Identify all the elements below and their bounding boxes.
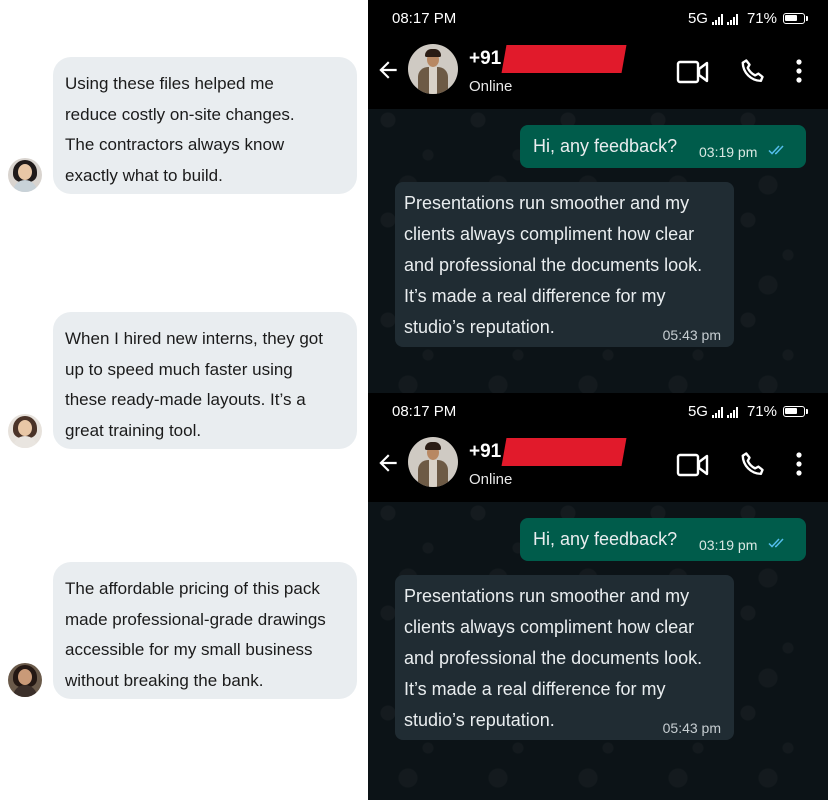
redaction-mark (501, 438, 627, 466)
status-time: 08:17 PM (392, 403, 457, 420)
outgoing-message[interactable]: Hi, any feedback? 03:19 pm (520, 125, 806, 168)
chat-screenshot-2: 08:17 PM 5G 71% +91 Online Hi, any feedb… (368, 393, 828, 800)
video-call-icon[interactable] (676, 450, 710, 480)
battery-percent: 71% (746, 10, 777, 27)
battery-percent: 71% (746, 403, 777, 420)
testimonial-bubble: The affordable pricing of this pack made… (53, 562, 357, 699)
testimonial-line: accessible for my small business (65, 640, 313, 659)
back-arrow-icon[interactable] (375, 450, 401, 476)
status-bar: 08:17 PM 5G 71% (368, 393, 828, 430)
testimonial-line: without breaking the bank. (65, 670, 264, 690)
contact-avatar[interactable] (408, 44, 458, 94)
back-arrow-icon[interactable] (375, 57, 401, 83)
testimonial-line: up to speed much faster using (65, 359, 293, 379)
signal-icon (711, 13, 724, 25)
testimonial-line: Using these files helped me (65, 74, 274, 93)
message-line: It’s made a real difference for my (404, 286, 666, 306)
testimonial-line: The affordable pricing of this pack (65, 579, 320, 598)
testimonial-line: reduce costly on-site changes. (65, 104, 295, 124)
battery-icon (783, 13, 805, 24)
more-options-icon[interactable] (794, 450, 804, 480)
network-label: 5G (687, 10, 708, 27)
message-line: It’s made a real difference for my (404, 679, 666, 699)
testimonial-line: When I hired new interns, they got (65, 329, 323, 348)
message-line: and professional the documents look. (404, 255, 703, 275)
signal-icon (711, 406, 724, 418)
avatar (8, 158, 42, 192)
contact-name[interactable]: +91 (469, 48, 501, 70)
video-call-icon[interactable] (676, 57, 710, 87)
contact-avatar[interactable] (408, 437, 458, 487)
contact-status: Online (469, 78, 513, 95)
chat-screenshot-1: 08:17 PM 5G 71% +91 Online Hi, any feedb… (368, 0, 828, 393)
more-options-icon[interactable] (794, 57, 804, 87)
contact-name[interactable]: +91 (469, 441, 501, 463)
testimonial-line: made professional-grade drawings (65, 609, 326, 629)
testimonial-bubble: When I hired new interns, they got up to… (53, 312, 357, 449)
testimonial-line: these ready-made layouts. It’s a (65, 390, 306, 409)
testimonial-line: great training tool. (65, 420, 202, 440)
testimonials-column: Using these files helped me reduce costl… (0, 0, 368, 800)
read-receipt-icon (768, 538, 784, 548)
signal-icon (726, 406, 739, 418)
testimonial-line: The contractors always know (65, 135, 285, 154)
chat-header: +91 Online (368, 430, 828, 502)
outgoing-message[interactable]: Hi, any feedback? 03:19 pm (520, 518, 806, 561)
message-time: 03:19 pm (699, 537, 758, 553)
message-line: Presentations run smoother and my (404, 586, 690, 606)
message-line: clients always compliment how clear (404, 224, 695, 244)
voice-call-icon[interactable] (738, 450, 768, 480)
network-label: 5G (687, 403, 708, 420)
message-line: clients always compliment how clear (404, 617, 695, 637)
status-time: 08:17 PM (392, 10, 457, 27)
avatar (8, 414, 42, 448)
avatar (8, 663, 42, 697)
message-time: 03:19 pm (699, 144, 758, 160)
message-time: 05:43 pm (662, 720, 721, 736)
incoming-message[interactable]: Presentations run smoother and my client… (395, 575, 734, 740)
redaction-mark (501, 45, 627, 73)
battery-icon (783, 406, 805, 417)
read-receipt-icon (768, 145, 784, 155)
message-text: Hi, any feedback? (533, 529, 678, 549)
voice-call-icon[interactable] (738, 57, 768, 87)
incoming-message[interactable]: Presentations run smoother and my client… (395, 182, 734, 347)
status-bar: 08:17 PM 5G 71% (368, 0, 828, 37)
message-text: Hi, any feedback? (533, 136, 678, 156)
contact-status: Online (469, 471, 513, 488)
chat-header: +91 Online (368, 37, 828, 109)
message-line: and professional the documents look. (404, 648, 703, 668)
message-time: 05:43 pm (662, 327, 721, 343)
testimonial-bubble: Using these files helped me reduce costl… (53, 57, 357, 194)
testimonial-line: exactly what to build. (65, 165, 223, 185)
message-line: Presentations run smoother and my (404, 193, 690, 213)
signal-icon (726, 13, 739, 25)
